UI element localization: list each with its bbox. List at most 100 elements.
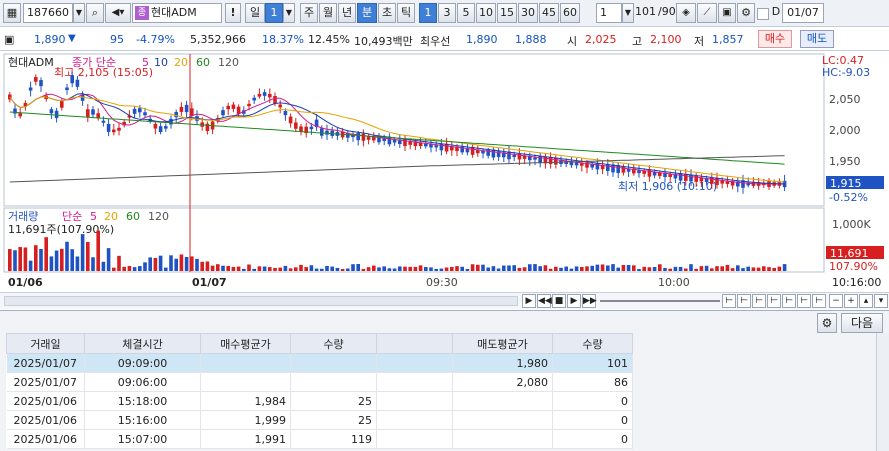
table-gear-icon[interactable]: ⚙: [817, 313, 837, 333]
candle: [434, 145, 438, 148]
volume-bar: [236, 266, 241, 271]
speaker-icon[interactable]: ◀▾: [105, 3, 131, 23]
volume-bar: [736, 265, 740, 271]
price-chart[interactable]: 2,050 2,000 1,950 LC:0.47 HC:-9.03 1,915…: [0, 52, 889, 292]
count-field[interactable]: 101: [614, 3, 658, 23]
table-row[interactable]: 2025/01/06 15:07:00 1,991 119 0: [6, 429, 633, 449]
zoom-slider[interactable]: [600, 300, 720, 302]
tab-year[interactable]: 년: [338, 3, 356, 23]
table-row[interactable]: 2025/01/06 15:18:00 1,984 25 0: [6, 391, 633, 411]
chart-menu-icon[interactable]: ▦: [3, 3, 21, 23]
volume-bar: [49, 256, 54, 271]
volume-bar: [652, 267, 657, 271]
candle: [34, 77, 38, 82]
search-icon[interactable]: ⌕: [86, 3, 104, 23]
tab-month[interactable]: 월: [319, 3, 337, 23]
volume-bar: [320, 268, 324, 271]
interval-1[interactable]: 1: [419, 3, 437, 23]
candle: [112, 129, 116, 133]
tool-icon-7[interactable]: ⊢: [812, 294, 826, 308]
interval-15[interactable]: 15: [497, 3, 517, 23]
candle: [382, 138, 386, 141]
cell-buy-avg: 1,991: [200, 429, 291, 449]
volume-bar: [621, 265, 626, 271]
candle: [320, 128, 324, 136]
fit-icon[interactable]: ▴: [859, 294, 873, 308]
tab-minute[interactable]: 분: [357, 3, 377, 23]
chart-canvas[interactable]: 2,050 2,000 1,950 LC:0.47 HC:-9.03 1,915…: [0, 52, 889, 292]
interval-30[interactable]: 30: [518, 3, 538, 23]
candle: [538, 156, 542, 163]
tool-icon-4[interactable]: ⊢: [767, 294, 781, 308]
candle: [158, 126, 163, 133]
col-sell-avg: 매도평균가: [452, 333, 553, 354]
candle: [190, 108, 194, 116]
tool-icon-3[interactable]: ⊢: [752, 294, 766, 308]
volume-bar: [387, 268, 392, 271]
interval-3[interactable]: 3: [438, 3, 456, 23]
candle: [424, 143, 428, 147]
tool-icon-2[interactable]: ⊢: [737, 294, 751, 308]
volume-bar: [642, 266, 646, 271]
cell-buy-avg: 1,999: [200, 410, 291, 430]
date-input[interactable]: 01/07: [782, 3, 824, 23]
tool-icon-1[interactable]: ⊢: [722, 294, 736, 308]
current-price-axis: 1,915: [830, 177, 862, 190]
play-icon[interactable]: ▶: [567, 294, 581, 308]
candle: [54, 110, 59, 119]
volume-bar: [252, 268, 256, 271]
candle: [548, 157, 553, 165]
x-label-0107: 01/07: [192, 276, 227, 289]
next-button[interactable]: 다음: [841, 313, 883, 333]
save-icon[interactable]: ▣: [718, 3, 736, 23]
chart-scrollbar[interactable]: [4, 296, 518, 306]
period-number-button[interactable]: 1: [265, 3, 283, 23]
open-price: 2,025: [585, 33, 617, 46]
stock-code-input[interactable]: 187660: [23, 3, 73, 23]
volume-bar: [600, 264, 605, 271]
volume-bar: [710, 268, 714, 271]
tool-icon-5[interactable]: ⊢: [782, 294, 796, 308]
stock-type-badge: 종: [135, 6, 149, 20]
sell-button[interactable]: 매도: [800, 30, 834, 48]
table-scrollbar[interactable]: [876, 333, 889, 451]
code-dropdown-icon[interactable]: ▼: [73, 3, 85, 23]
period-dropdown-icon[interactable]: ▼: [283, 3, 295, 23]
table-row[interactable]: 2025/01/07 09:06:00 2,080 86: [6, 372, 633, 392]
more-icon[interactable]: ▾: [874, 294, 888, 308]
alert-button[interactable]: !: [225, 3, 241, 23]
tab-week[interactable]: 주: [300, 3, 318, 23]
volume-bar: [772, 267, 776, 271]
tool-icon-6[interactable]: ⊢: [797, 294, 811, 308]
table-row[interactable]: 2025/01/07 09:09:00 1,980 101: [6, 353, 633, 373]
candle: [273, 96, 277, 104]
draw-tool-icon[interactable]: ⟋: [697, 3, 717, 23]
volume-bar: [548, 268, 553, 271]
interval-5[interactable]: 5: [457, 3, 475, 23]
period-day-button[interactable]: 일: [245, 3, 265, 23]
interval-60[interactable]: 60: [560, 3, 580, 23]
quote-menu-icon[interactable]: ▣: [4, 33, 14, 46]
rewind-icon[interactable]: ◀◀: [537, 294, 552, 308]
buy-button[interactable]: 매수: [758, 30, 792, 48]
tab-second[interactable]: 초: [378, 3, 396, 23]
interval-10[interactable]: 10: [476, 3, 496, 23]
chart-tools-icon[interactable]: ◈: [676, 3, 696, 23]
volume-bar: [507, 265, 511, 271]
table-row[interactable]: 2025/01/06 15:16:00 1,999 25 0: [6, 410, 633, 430]
stop-icon[interactable]: ■: [552, 294, 566, 308]
candle: [221, 110, 225, 116]
gear-icon[interactable]: ⚙: [737, 3, 755, 23]
interval-45[interactable]: 45: [539, 3, 559, 23]
open-label: 시: [567, 35, 578, 48]
volume-bar: [533, 264, 537, 271]
scroll-right-icon[interactable]: ▶: [522, 294, 536, 308]
tab-tick[interactable]: 틱: [397, 3, 415, 23]
volume-pct-axis: 107.90%: [829, 260, 878, 273]
stock-name-field[interactable]: 종 현대ADM: [132, 3, 222, 23]
date-checkbox[interactable]: [757, 8, 769, 20]
zoom-out-icon[interactable]: −: [829, 294, 843, 308]
zoom-in-icon[interactable]: +: [844, 294, 858, 308]
fast-forward-icon[interactable]: ▶▶: [582, 294, 597, 308]
trade-history-pane: ⚙ 다음 거래일 체결시간 매수평균가 수량 매도평균가 수량 2025/01/…: [0, 310, 889, 451]
